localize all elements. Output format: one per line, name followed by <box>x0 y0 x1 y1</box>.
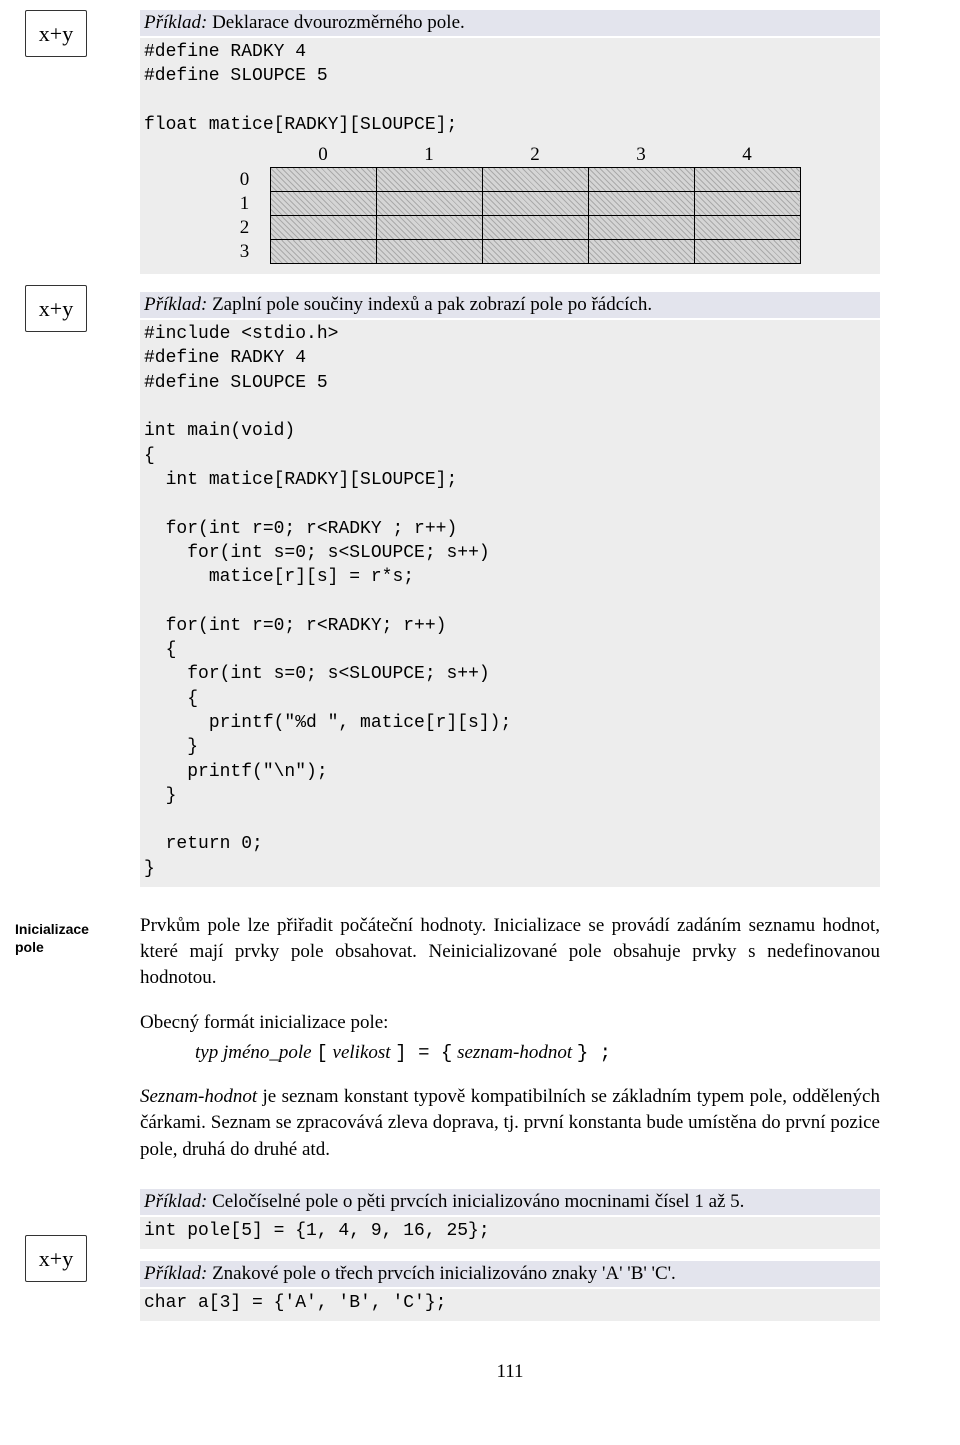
example-label: Příklad: <box>144 1263 207 1284</box>
body-p3: Seznam-hodnot je seznam konstant typově … <box>140 1084 880 1163</box>
example1-heading: Příklad: Deklarace dvourozměrného pole. <box>140 10 880 36</box>
fmt-b2: ] = { <box>395 1042 452 1064</box>
example2-heading: Příklad: Zaplní pole součiny indexů a pa… <box>140 292 880 318</box>
page-number: 111 <box>140 1361 880 1383</box>
matrix-cell <box>376 240 482 264</box>
example2-code: #include <stdio.h> #define RADKY 4 #defi… <box>140 320 880 887</box>
example2-title: Zaplní pole součiny indexů a pak zobrazí… <box>207 294 652 315</box>
matrix-cell <box>588 240 694 264</box>
formula-icon: x+y <box>25 1235 87 1282</box>
example4-code: char a[3] = {'A', 'B', 'C'}; <box>140 1289 880 1321</box>
matrix-cell <box>270 168 376 192</box>
matrix-table: 012340123 <box>220 143 801 264</box>
formula-icon: x+y <box>25 10 87 57</box>
formula-icon-text: x+y <box>39 21 73 47</box>
fmt-b1: [ <box>316 1042 327 1064</box>
body-format-line: typ jméno_pole [ velikost ] = { seznam-h… <box>140 1040 880 1066</box>
matrix-col-header: 2 <box>482 143 588 168</box>
example1-title: Deklarace dvourozměrného pole. <box>207 12 464 33</box>
matrix-row-header: 1 <box>220 192 271 216</box>
matrix-col-header: 3 <box>588 143 694 168</box>
formula-icon-text: x+y <box>39 1246 73 1272</box>
fmt-b3: } ; <box>577 1042 611 1064</box>
matrix-cell <box>588 192 694 216</box>
matrix-cell <box>588 216 694 240</box>
example-label: Příklad: <box>144 12 207 33</box>
matrix-cell <box>694 168 800 192</box>
matrix-cell <box>482 240 588 264</box>
example3-title: Celočíselné pole o pěti prvcích iniciali… <box>207 1191 744 1212</box>
matrix-cell <box>376 216 482 240</box>
example4-title: Znakové pole o třech prvcích inicializov… <box>207 1263 675 1284</box>
matrix-col-header: 1 <box>376 143 482 168</box>
matrix-col-header: 4 <box>694 143 800 168</box>
matrix-cell <box>270 216 376 240</box>
matrix-cell <box>376 192 482 216</box>
matrix-cell <box>694 240 800 264</box>
matrix-cell <box>694 216 800 240</box>
matrix-row-header: 0 <box>220 168 271 192</box>
example1-code: #define RADKY 4 #define SLOUPCE 5 float … <box>140 38 880 143</box>
fmt-pre: typ jméno_pole <box>195 1042 316 1063</box>
matrix-row-header: 3 <box>220 240 271 264</box>
example3-code: int pole[5] = {1, 4, 9, 16, 25}; <box>140 1217 880 1249</box>
example3-heading: Příklad: Celočíselné pole o pěti prvcích… <box>140 1189 880 1215</box>
body-p1: Prvkům pole lze přiřadit počáteční hodno… <box>140 913 880 992</box>
margin-label-inicializace: Inicializace pole <box>15 920 115 956</box>
matrix-row-header: 2 <box>220 216 271 240</box>
formula-icon-text: x+y <box>39 296 73 322</box>
matrix-cell <box>588 168 694 192</box>
matrix-col-header: 0 <box>270 143 376 168</box>
matrix-cell <box>376 168 482 192</box>
example-label: Příklad: <box>144 294 207 315</box>
matrix-illustration: 012340123 <box>140 143 880 274</box>
body-p2: Obecný formát inicializace pole: <box>140 1010 880 1036</box>
formula-icon: x+y <box>25 285 87 332</box>
matrix-cell <box>270 192 376 216</box>
fmt-mid1: velikost <box>328 1042 396 1063</box>
matrix-cell <box>482 168 588 192</box>
example-label: Příklad: <box>144 1191 207 1212</box>
matrix-cell <box>694 192 800 216</box>
matrix-cell <box>482 192 588 216</box>
fmt-mid2: seznam-hodnot <box>452 1042 577 1063</box>
matrix-cell <box>482 216 588 240</box>
example4-heading: Příklad: Znakové pole o třech prvcích in… <box>140 1261 880 1287</box>
matrix-cell <box>270 240 376 264</box>
p3-term: Seznam-hodnot <box>140 1086 257 1107</box>
